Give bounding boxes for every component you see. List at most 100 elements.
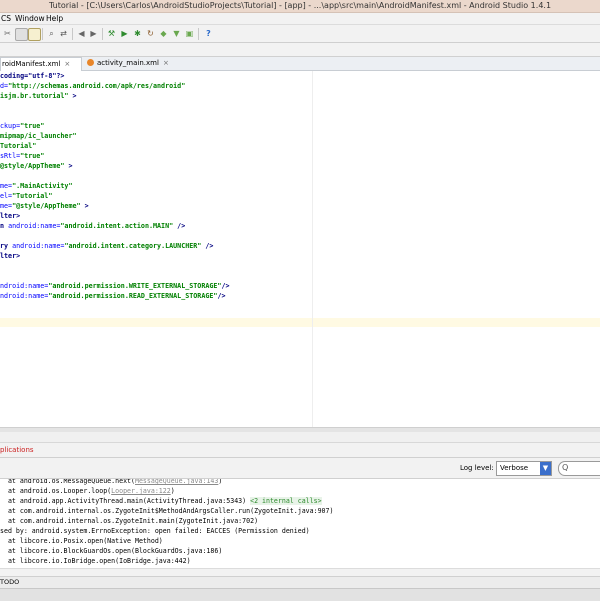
code-token: > bbox=[64, 162, 73, 170]
code-token: /> bbox=[201, 242, 214, 250]
logcat-filter-bar: plications bbox=[0, 443, 600, 458]
chevron-down-icon[interactable]: ▼ bbox=[540, 462, 551, 475]
toolbar-separator bbox=[198, 28, 199, 40]
code-token: "Tutorial" bbox=[12, 192, 53, 200]
menu-bar: CS Window Help bbox=[0, 13, 600, 25]
tab-activity-main[interactable]: activity_main.xml × bbox=[87, 57, 173, 70]
debug-icon[interactable]: ✱ bbox=[132, 28, 143, 39]
todo-tool-button[interactable]: TODO bbox=[0, 578, 19, 586]
log-line: at com.android.internal.os.ZygoteInit.ma… bbox=[0, 516, 258, 526]
log-text: at android.app.ActivityThread.main(Activ… bbox=[0, 497, 251, 505]
code-token: android:name= bbox=[12, 242, 65, 250]
search-icon: Q bbox=[562, 463, 569, 472]
code-line: lter> bbox=[0, 212, 20, 221]
code-token: d= bbox=[0, 82, 9, 90]
log-level-label: Log level: bbox=[460, 464, 494, 472]
code-token: ry bbox=[0, 242, 13, 250]
code-token: me= bbox=[0, 202, 13, 210]
log-line: at libcore.io.Posix.open(Native Method) bbox=[0, 536, 163, 546]
toolbar-separator bbox=[102, 28, 103, 40]
make-project-icon[interactable]: ⚒ bbox=[106, 28, 117, 39]
code-token: /> bbox=[221, 282, 230, 290]
window-title-bar: Tutorial - [C:\Users\Carlos\AndroidStudi… bbox=[0, 0, 600, 13]
menu-item-help[interactable]: Help bbox=[46, 14, 63, 23]
paste-icon[interactable] bbox=[28, 28, 41, 41]
code-token: me= bbox=[0, 182, 13, 190]
log-text: at libcore.io.IoBridge.open(IoBridge.jav… bbox=[0, 557, 191, 565]
toolbar-separator bbox=[42, 28, 43, 40]
back-icon[interactable]: ◀ bbox=[76, 28, 87, 39]
code-token: ndroid:name= bbox=[0, 292, 49, 300]
code-line: @style/AppTheme" > bbox=[0, 162, 72, 171]
code-token: /> bbox=[173, 222, 186, 230]
code-token: ndroid:name= bbox=[0, 282, 49, 290]
log-line: at com.android.internal.os.ZygoteInit$Me… bbox=[0, 506, 334, 516]
help-icon[interactable]: ? bbox=[203, 28, 214, 39]
app-filter-dropdown[interactable]: plications bbox=[0, 446, 34, 454]
code-line: lter> bbox=[0, 252, 20, 261]
sync-gradle-icon[interactable]: ↻ bbox=[145, 28, 156, 39]
code-line: ckup="true" bbox=[0, 122, 44, 131]
tab-label: roidManifest.xml bbox=[2, 60, 61, 68]
log-text: at com.android.internal.os.ZygoteInit.ma… bbox=[0, 517, 259, 525]
code-line: ry android:name="android.intent.category… bbox=[0, 242, 213, 251]
copy-icon[interactable] bbox=[15, 28, 28, 41]
bottom-tool-bar: TODO bbox=[0, 576, 600, 588]
code-token: "android.permission.WRITE_EXTERNAL_STORA… bbox=[48, 282, 222, 290]
code-token: > bbox=[80, 202, 89, 210]
log-text: at libcore.io.Posix.open(Native Method) bbox=[0, 537, 163, 545]
code-line: Tutorial" bbox=[0, 142, 36, 151]
sdk-manager-icon[interactable]: ▼ bbox=[171, 28, 182, 39]
code-token: n bbox=[0, 222, 9, 230]
logcat-search-input[interactable]: Q bbox=[558, 461, 600, 476]
horizontal-scrollbar[interactable] bbox=[0, 568, 600, 576]
code-line: me=".MainActivity" bbox=[0, 182, 73, 191]
code-token: Tutorial" bbox=[0, 142, 37, 150]
log-line: at android.app.ActivityThread.main(Activ… bbox=[0, 496, 322, 506]
log-line: at android.os.MessageQueue.next(MessageQ… bbox=[0, 479, 222, 486]
run-icon[interactable]: ▶ bbox=[119, 28, 130, 39]
code-token: el= bbox=[0, 192, 13, 200]
code-line: mipmap/ic_launcher" bbox=[0, 132, 77, 141]
find-icon[interactable]: ⌕ bbox=[46, 28, 57, 39]
code-token: ckup= bbox=[0, 122, 21, 130]
source-link[interactable]: MessageQueue.java:143 bbox=[135, 479, 218, 485]
code-token: /> bbox=[217, 292, 226, 300]
menu-item-cs[interactable]: CS bbox=[1, 14, 11, 23]
close-icon[interactable]: × bbox=[64, 60, 70, 68]
android-device-monitor-icon[interactable]: ◆ bbox=[158, 28, 169, 39]
log-level-select[interactable]: Verbose ▼ bbox=[496, 461, 552, 476]
logcat-output[interactable]: at android.os.MessageQueue.next(MessageQ… bbox=[0, 479, 600, 568]
status-bar bbox=[0, 588, 600, 601]
code-token: isjm.br.tutorial" bbox=[0, 92, 69, 100]
menu-item-window[interactable]: Window bbox=[15, 14, 45, 23]
code-token: lter> bbox=[0, 252, 21, 260]
log-text: at android.os.Looper.loop( bbox=[0, 487, 112, 495]
code-editor[interactable]: coding="utf-8"?> d="http://schemas.androi… bbox=[0, 71, 600, 427]
log-line: at libcore.io.IoBridge.open(IoBridge.jav… bbox=[0, 556, 191, 566]
code-token: @style/AppTheme" bbox=[0, 162, 65, 170]
code-line: isjm.br.tutorial" > bbox=[0, 92, 77, 101]
code-token: "true" bbox=[20, 152, 45, 160]
log-text: at libcore.io.BlockGuardOs.open(BlockGua… bbox=[0, 547, 223, 555]
current-line-highlight bbox=[0, 318, 600, 327]
replace-icon[interactable]: ⇄ bbox=[58, 28, 69, 39]
navigation-bar bbox=[0, 43, 600, 57]
log-text: sed by: android.system.ErrnoException: o… bbox=[0, 527, 310, 535]
code-line: ndroid:name="android.permission.READ_EXT… bbox=[0, 292, 226, 301]
source-link[interactable]: Looper.java:122 bbox=[111, 487, 171, 495]
tab-android-manifest[interactable]: roidManifest.xml × bbox=[0, 57, 82, 71]
log-text: ) bbox=[218, 479, 223, 485]
internal-calls-fold[interactable]: <2 internal calls> bbox=[250, 497, 322, 505]
code-token: sRtl= bbox=[0, 152, 21, 160]
cut-icon[interactable]: ✂ bbox=[2, 28, 13, 39]
forward-icon[interactable]: ▶ bbox=[88, 28, 99, 39]
window-title: Tutorial - [C:\Users\Carlos\AndroidStudi… bbox=[48, 1, 552, 10]
avd-manager-icon[interactable]: ▣ bbox=[184, 28, 195, 39]
toolbar-separator bbox=[72, 28, 73, 40]
log-line: at libcore.io.BlockGuardOs.open(BlockGua… bbox=[0, 546, 222, 556]
code-line: ndroid:name="android.permission.WRITE_EX… bbox=[0, 282, 230, 291]
code-line: d="http://schemas.android.com/apk/res/an… bbox=[0, 82, 185, 91]
code-token: "true" bbox=[20, 122, 45, 130]
close-icon[interactable]: × bbox=[163, 59, 169, 67]
